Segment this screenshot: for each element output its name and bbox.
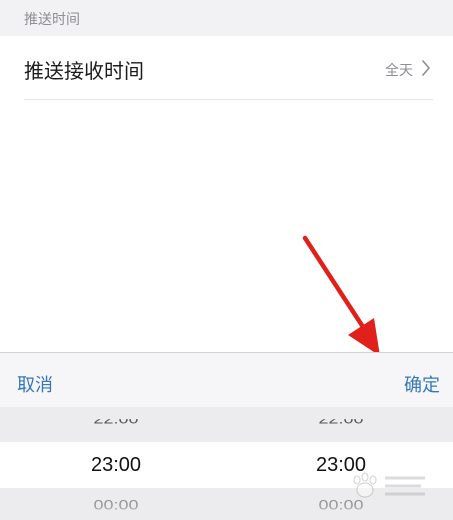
- picker-column-start[interactable]: 22:00 23:00 00:00: [56, 407, 176, 520]
- picker-option-selected[interactable]: 23:00: [56, 454, 176, 477]
- row-title: 推送接收时间: [24, 59, 144, 83]
- section-header-label: 推送时间: [24, 12, 80, 28]
- picker-option[interactable]: 22:00: [281, 419, 401, 427]
- picker-toolbar: 取消 确定: [0, 352, 453, 407]
- push-receive-time-row[interactable]: 推送接收时间 全天: [0, 36, 453, 100]
- baidu-watermark-icon: [353, 472, 425, 498]
- confirm-button[interactable]: 确定: [404, 371, 440, 397]
- screen: 推送时间 推送接收时间 全天 取消 确定 22:00 23:00 00:00 2…: [0, 0, 453, 520]
- cancel-button[interactable]: 取消: [17, 371, 53, 397]
- row-value: 全天: [385, 63, 413, 79]
- row-divider: [24, 99, 433, 100]
- picker-option[interactable]: 22:00: [56, 419, 176, 427]
- picker-option[interactable]: 00:00: [56, 498, 176, 514]
- chevron-right-icon: [422, 60, 430, 76]
- section-header: 推送时间: [0, 0, 453, 36]
